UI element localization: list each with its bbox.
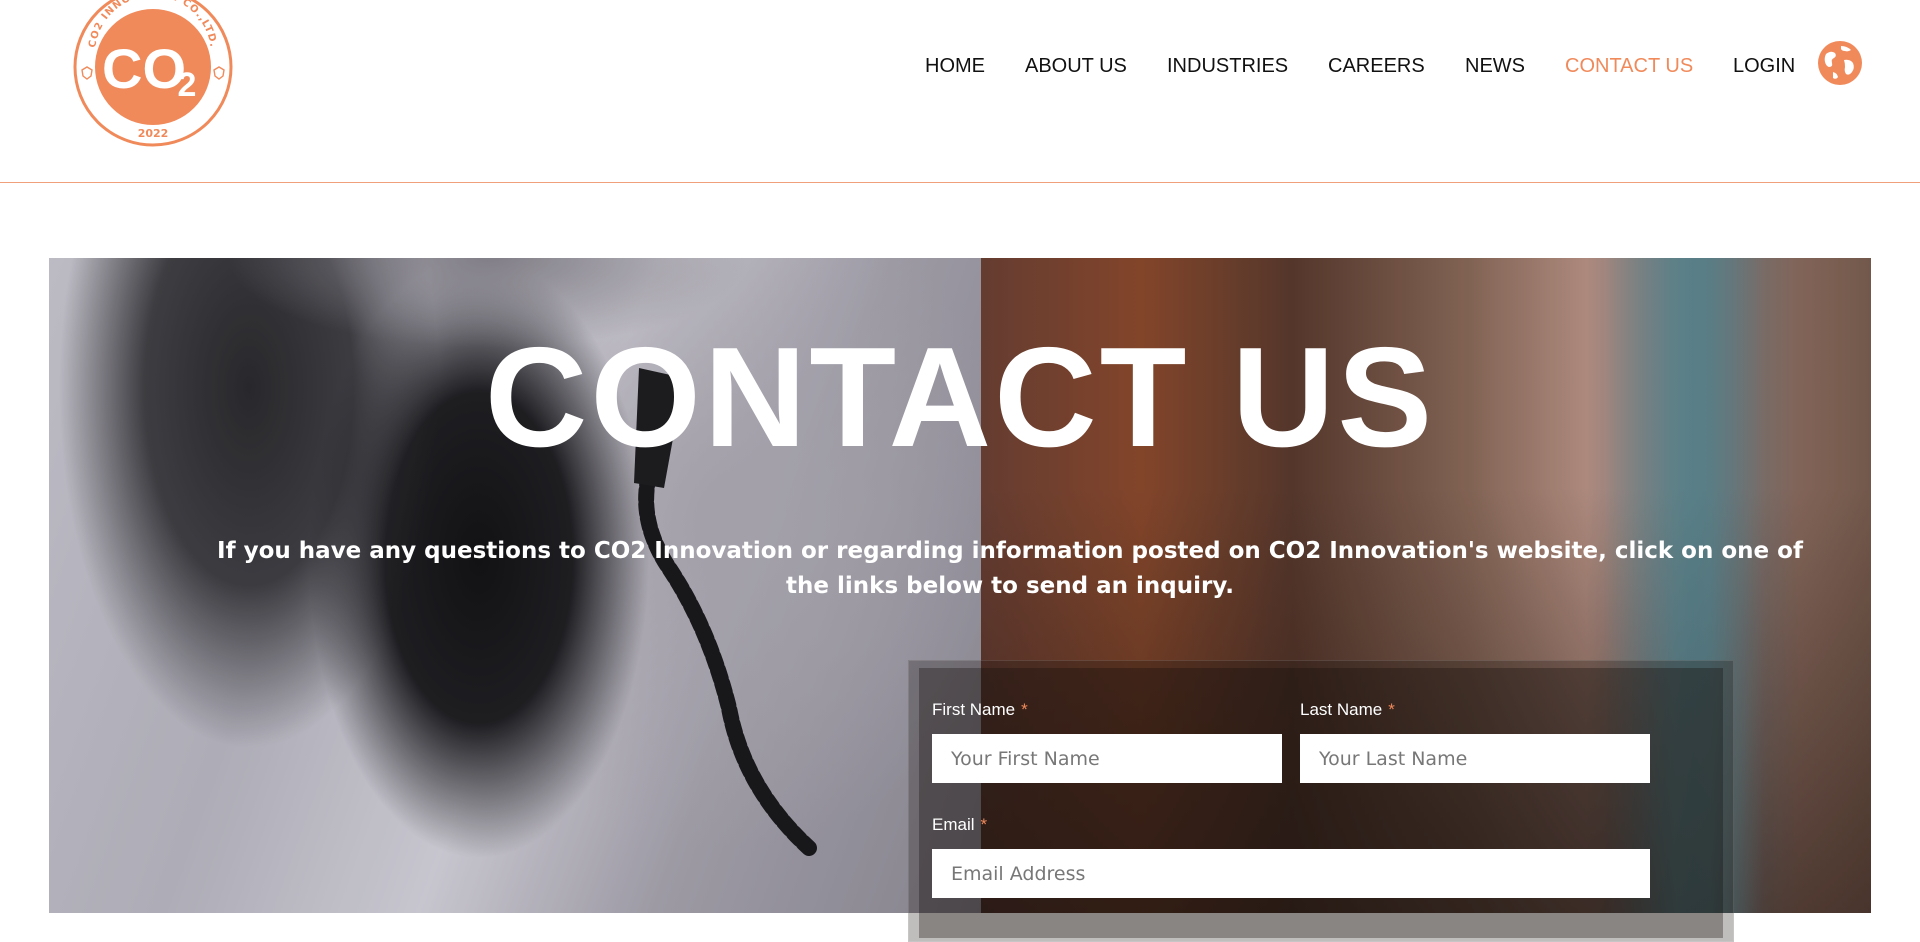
email-label-text: Email	[932, 815, 975, 834]
nav-item-home[interactable]: HOME	[925, 51, 985, 81]
first-name-label-text: First Name	[932, 700, 1016, 719]
nav-item-industries[interactable]: INDUSTRIES	[1167, 51, 1288, 81]
first-name-label: First Name *	[932, 700, 1028, 720]
first-name-required-mark: *	[1021, 700, 1028, 719]
nav-item-news[interactable]: NEWS	[1465, 51, 1525, 81]
email-label: Email *	[932, 815, 987, 835]
globe-icon[interactable]	[1817, 40, 1863, 86]
nav-item-contact-us[interactable]: CONTACT US	[1565, 51, 1693, 81]
page-title: CONTACT US	[484, 318, 1436, 477]
last-name-input[interactable]	[1300, 734, 1650, 783]
last-name-label-text: Last Name	[1300, 700, 1383, 719]
nav-item-login[interactable]: LOGIN	[1733, 51, 1795, 81]
nav-item-careers[interactable]: CAREERS	[1328, 51, 1425, 81]
logo-year: 2022	[138, 127, 169, 140]
main-nav: HOME ABOUT US INDUSTRIES CAREERS NEWS CO…	[0, 51, 1920, 81]
email-required-mark: *	[980, 815, 988, 834]
site-header: CO2 INNOVATION CO.,LTD. CO 2 2022 HOME A…	[0, 0, 1920, 183]
last-name-label: Last Name *	[1300, 700, 1395, 720]
email-input[interactable]	[932, 849, 1650, 898]
nav-item-about-us[interactable]: ABOUT US	[1025, 51, 1127, 81]
hero-description: If you have any questions to CO2 Innovat…	[217, 538, 1803, 599]
first-name-input[interactable]	[932, 734, 1282, 783]
last-name-required-mark: *	[1388, 700, 1395, 719]
